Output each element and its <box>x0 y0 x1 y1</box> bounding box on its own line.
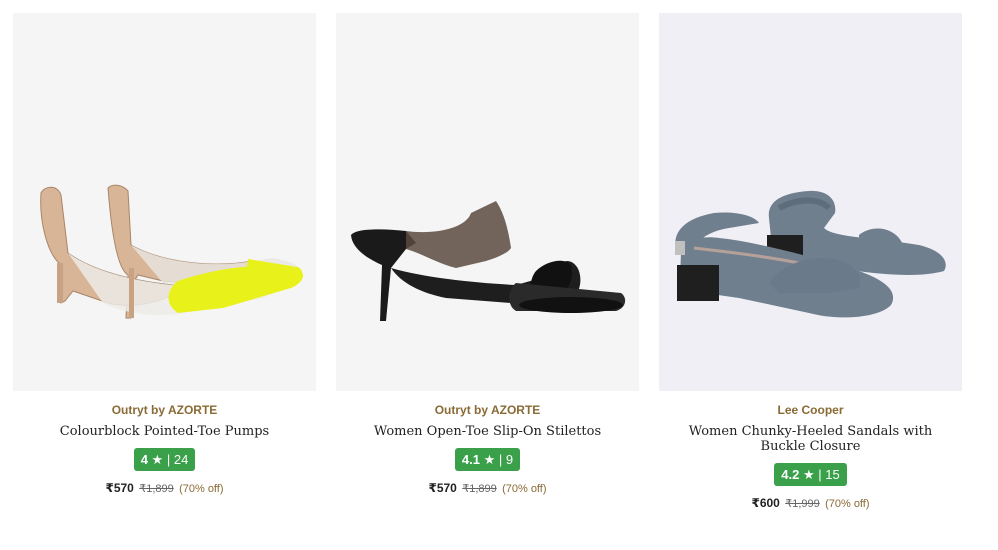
product-image[interactable] <box>336 13 639 391</box>
product-title[interactable]: Women Open-Toe Slip-On Stilettos <box>336 424 639 439</box>
review-count: 24 <box>173 452 189 467</box>
rating-value: 4.2 <box>781 467 800 482</box>
discount-label: (70% off) <box>825 498 870 510</box>
product-brand: Outryt by AZORTE <box>111 403 218 417</box>
star-icon: ★ <box>151 452 164 467</box>
star-icon: ★ <box>483 452 496 467</box>
selling-price: ₹600 <box>751 496 780 510</box>
price-row: ₹600 ₹1,999 (70% off) <box>659 496 962 510</box>
original-price: ₹1,899 <box>462 483 497 495</box>
product-card[interactable]: Lee Cooper Women Chunky-Heeled Sandals w… <box>659 13 962 510</box>
rating-separator: | <box>498 452 503 467</box>
rating-value: 4.1 <box>461 452 480 467</box>
price-row: ₹570 ₹1,899 (70% off) <box>336 481 639 495</box>
price-row: ₹570 ₹1,899 (70% off) <box>13 481 316 495</box>
rating-badge: 4.2 ★ | 15 <box>774 463 847 486</box>
product-brand: Lee Cooper <box>777 403 844 417</box>
product-image[interactable] <box>13 13 316 391</box>
star-icon: ★ <box>802 467 815 482</box>
discount-label: (70% off) <box>179 483 224 495</box>
product-title[interactable]: Women Chunky-Heeled Sandals with Buckle … <box>659 424 962 454</box>
product-brand: Outryt by AZORTE <box>434 403 541 417</box>
product-grid: Outryt by AZORTE Colourblock Pointed-Toe… <box>0 0 998 550</box>
sandals-image <box>675 190 946 318</box>
original-price: ₹1,899 <box>139 483 174 495</box>
product-title[interactable]: Colourblock Pointed-Toe Pumps <box>13 424 316 439</box>
rating-value: 4 <box>140 452 148 467</box>
product-image[interactable] <box>659 13 962 391</box>
stilettos-image <box>351 201 626 321</box>
rating-separator: | <box>818 467 822 482</box>
product-card[interactable]: Outryt by AZORTE Colourblock Pointed-Toe… <box>13 13 316 495</box>
review-count: 15 <box>825 467 840 482</box>
selling-price: ₹570 <box>105 481 134 495</box>
review-count: 9 <box>505 452 514 467</box>
rating-badge: 4.1 ★ | 9 <box>454 448 521 471</box>
original-price: ₹1,999 <box>785 498 820 510</box>
pumps-image <box>40 184 304 319</box>
selling-price: ₹570 <box>428 481 457 495</box>
rating-separator: | <box>166 452 171 467</box>
rating-badge: 4 ★ | 24 <box>133 448 196 471</box>
product-card[interactable]: Outryt by AZORTE Women Open-Toe Slip-On … <box>336 13 639 495</box>
discount-label: (70% off) <box>502 483 547 495</box>
